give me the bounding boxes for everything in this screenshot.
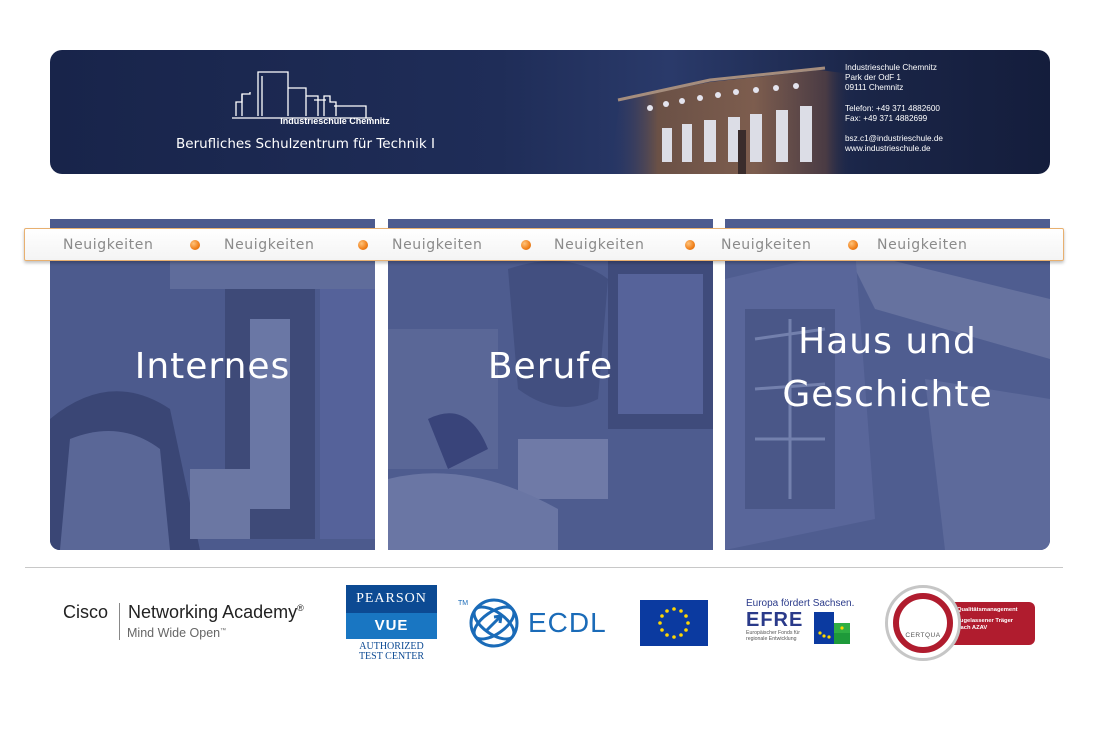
ecdl-globe-icon (469, 598, 519, 648)
cisco-tm-mark: ™ (220, 627, 227, 634)
contact-fax: Fax: +49 371 4882699 (845, 113, 928, 123)
news-ticker[interactable]: Neuigkeiten Neuigkeiten Neuigkeiten Neui… (24, 228, 1064, 261)
efre-line2: regionale Entwicklung (746, 636, 797, 642)
vue-word: VUE (346, 613, 437, 639)
school-name: Industrieschule Chemnitz (280, 116, 390, 126)
ticker-bullet-icon (190, 240, 200, 250)
ticker-bullet-icon (521, 240, 531, 250)
ticker-item[interactable]: Neuigkeiten (63, 237, 153, 253)
header-banner[interactable]: Industrieschule Chemnitz Berufliches Sch… (50, 50, 1050, 174)
cisco-separator (119, 603, 120, 640)
tile-haus-geschichte[interactable]: Haus und Geschichte (725, 219, 1050, 550)
ticker-item[interactable]: Neuigkeiten (554, 237, 644, 253)
tile-haus-title-line2: Geschichte (782, 374, 993, 415)
pearson-line2: TEST CENTER (358, 651, 425, 662)
ticker-item[interactable]: Neuigkeiten (392, 237, 482, 253)
divider (25, 567, 1063, 568)
cisco-reg-mark: ® (297, 603, 304, 613)
certqua-seal-icon (885, 585, 961, 661)
contact-phone: Telefon: +49 371 4882600 (845, 103, 940, 113)
contact-info: Industrieschule Chemnitz Park der OdF 1 … (845, 63, 943, 154)
ecdl-word: ECDL (528, 607, 607, 638)
ticker-item[interactable]: Neuigkeiten (877, 237, 967, 253)
cisco-program: Networking Academy (128, 602, 298, 622)
cisco-tagline: Mind Wide Open (127, 626, 221, 640)
cisco-word: Cisco (63, 602, 109, 622)
ticker-item[interactable]: Neuigkeiten (721, 237, 811, 253)
contact-name: Industrieschule Chemnitz (845, 63, 937, 72)
certqua-band-line2: nach AZAV (957, 625, 988, 631)
efre-flag-icon (814, 612, 850, 644)
pearson-vue-logo[interactable]: PEARSON VUE AUTHORIZED TEST CENTER (346, 585, 437, 662)
ticker-bullet-icon (685, 240, 695, 250)
certqua-band-title: Qualitätsmanagement (957, 607, 1018, 613)
efre-word: EFRE (746, 609, 804, 631)
school-building-image (610, 50, 880, 174)
tile-haus-title-line1: Haus und (798, 321, 977, 362)
certqua-logo[interactable]: Qualitätsmanagement zugelassener Träger … (885, 585, 1037, 663)
tile-berufe[interactable]: Berufe (388, 219, 713, 550)
certqua-word: CERTQUA (905, 632, 941, 639)
contact-street: Park der OdF 1 (845, 73, 901, 83)
contact-email[interactable]: bsz.c1@industrieschule.de (845, 134, 943, 144)
tile-internes[interactable]: Internes (50, 219, 375, 550)
ticker-item[interactable]: Neuigkeiten (224, 237, 314, 253)
ticker-bullet-icon (848, 240, 858, 250)
tile-internes-title: Internes (134, 346, 291, 387)
tile-berufe-title: Berufe (487, 346, 614, 387)
ecdl-tm-mark: TM (458, 600, 469, 607)
pearson-word: PEARSON (346, 585, 437, 613)
contact-city: 09111 Chemnitz (845, 83, 904, 93)
efre-slogan: Europa fördert Sachsen. (746, 598, 855, 609)
eu-flag-icon[interactable] (640, 600, 708, 646)
contact-web[interactable]: www.industrieschule.de (845, 144, 943, 154)
ticker-bullet-icon (358, 240, 368, 250)
school-subtitle: Berufliches Schulzentrum für Technik I (176, 136, 435, 152)
certqua-band-line1: zugelassener Träger (957, 618, 1014, 624)
